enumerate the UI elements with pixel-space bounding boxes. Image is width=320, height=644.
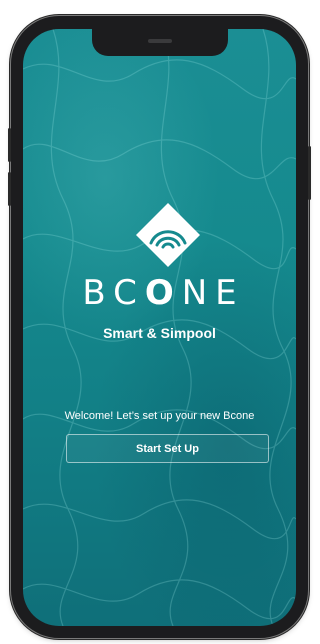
- welcome-message: Welcome! Let’s set up your new Bcone: [64, 410, 255, 422]
- brand-wordmark-o: O: [144, 273, 182, 313]
- power-button: [308, 146, 311, 200]
- device-notch: [92, 29, 228, 56]
- brand-wordmark: BCONE: [23, 273, 296, 313]
- wifi-diamond-logo-icon: [136, 203, 200, 267]
- brand-wordmark-suffix: NE: [181, 273, 245, 313]
- app-screen: BCONE Smart & Simpool Welcome! Let’s set…: [23, 29, 296, 626]
- brand-tagline: Smart & Simpool: [103, 325, 216, 341]
- start-setup-button[interactable]: Start Set Up: [66, 434, 269, 463]
- brand-wordmark-prefix: BC: [82, 273, 145, 313]
- volume-down-button: [8, 172, 11, 206]
- speaker-grille: [148, 39, 172, 43]
- volume-up-button: [8, 128, 11, 162]
